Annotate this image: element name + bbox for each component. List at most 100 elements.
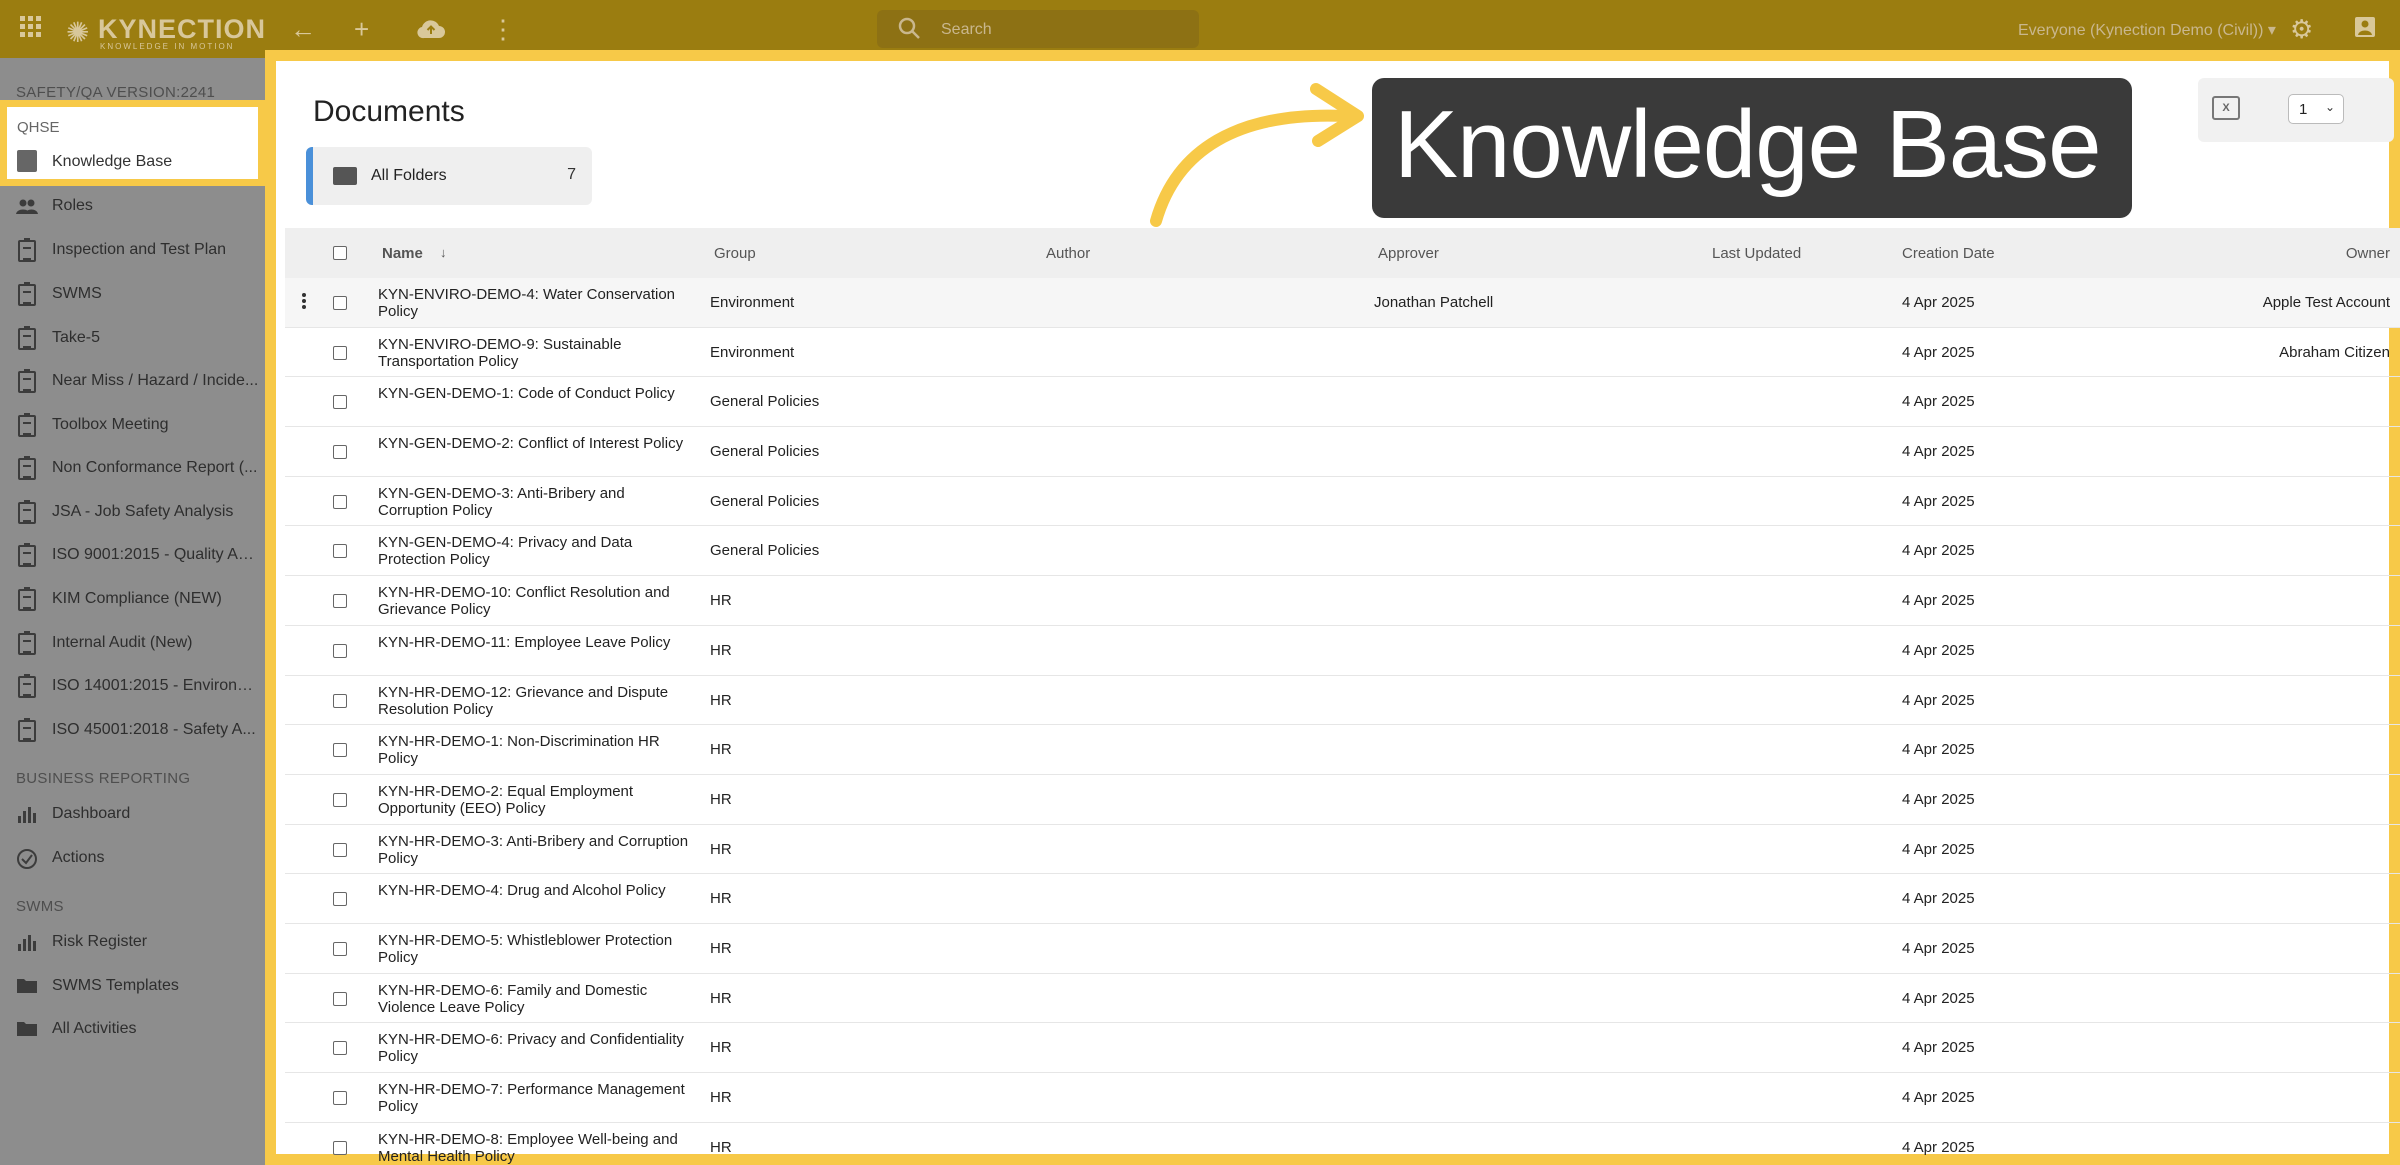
sidebar-item-jsa[interactable]: JSA - Job Safety Analysis xyxy=(0,492,265,532)
search-bar[interactable]: Search xyxy=(877,10,1199,48)
all-folders-button[interactable]: All Folders 7 xyxy=(306,147,592,205)
sidebar-item-kim[interactable]: KIM Compliance (NEW) xyxy=(0,579,265,619)
sort-arrow-icon[interactable]: ↓ xyxy=(440,245,447,260)
table-row[interactable]: KYN-HR-DEMO-8: Employee Well-being and M… xyxy=(285,1123,2400,1165)
sidebar-item-risk-register[interactable]: Risk Register xyxy=(0,922,265,962)
cell-name[interactable]: KYN-HR-DEMO-5: Whistleblower Protection … xyxy=(378,932,696,966)
col-approver[interactable]: Approver xyxy=(1378,245,1439,262)
table-row[interactable]: KYN-HR-DEMO-10: Conflict Resolution and … xyxy=(285,576,2400,626)
row-checkbox[interactable] xyxy=(333,941,347,956)
table-row[interactable]: KYN-HR-DEMO-1: Non-Discrimination HR Pol… xyxy=(285,725,2400,775)
cell-name[interactable]: KYN-ENVIRO-DEMO-9: Sustainable Transport… xyxy=(378,336,696,370)
table-row[interactable]: KYN-HR-DEMO-5: Whistleblower Protection … xyxy=(285,924,2400,974)
cell-name[interactable]: KYN-HR-DEMO-4: Drug and Alcohol Policy xyxy=(378,882,696,899)
sidebar-item-itp[interactable]: Inspection and Test Plan xyxy=(0,230,265,270)
table-row[interactable]: KYN-HR-DEMO-2: Equal Employment Opportun… xyxy=(285,775,2400,825)
row-checkbox[interactable] xyxy=(333,991,347,1006)
col-creation-date[interactable]: Creation Date xyxy=(1902,245,1995,262)
cell-group: HR xyxy=(710,592,732,610)
cell-name[interactable]: KYN-HR-DEMO-10: Conflict Resolution and … xyxy=(378,584,696,618)
table-row[interactable]: KYN-HR-DEMO-4: Drug and Alcohol Policy HR… xyxy=(285,874,2400,924)
table-row[interactable]: KYN-GEN-DEMO-3: Anti-Bribery and Corrupt… xyxy=(285,477,2400,527)
row-checkbox[interactable] xyxy=(333,544,347,559)
cell-name[interactable]: KYN-HR-DEMO-11: Employee Leave Policy xyxy=(378,634,696,651)
table-row[interactable]: KYN-HR-DEMO-7: Performance Management Po… xyxy=(285,1073,2400,1123)
row-checkbox[interactable] xyxy=(333,395,347,410)
row-checkbox[interactable] xyxy=(333,792,347,807)
row-checkbox[interactable] xyxy=(333,345,347,360)
cell-name[interactable]: KYN-HR-DEMO-6: Privacy and Confidentiali… xyxy=(378,1031,696,1065)
add-icon[interactable]: + xyxy=(354,14,369,44)
sidebar-item-iso9001[interactable]: ISO 9001:2015 - Quality Audit xyxy=(0,535,265,575)
back-arrow-icon[interactable]: ← xyxy=(290,14,316,44)
sidebar-item-swms-templates[interactable]: SWMS Templates xyxy=(0,966,265,1006)
row-checkbox[interactable] xyxy=(333,693,347,708)
check-circle-icon xyxy=(16,848,38,870)
cell-name[interactable]: KYN-HR-DEMO-6: Family and Domestic Viole… xyxy=(378,982,696,1016)
sidebar-item-iso45001[interactable]: ISO 45001:2018 - Safety A... xyxy=(0,710,265,750)
row-checkbox[interactable] xyxy=(333,892,347,907)
cell-creation-date: 4 Apr 2025 xyxy=(1902,343,1975,361)
table-row[interactable]: KYN-HR-DEMO-12: Grievance and Dispute Re… xyxy=(285,676,2400,726)
apps-grid-icon[interactable] xyxy=(18,14,44,46)
row-checkbox[interactable] xyxy=(333,1041,347,1056)
sidebar-item-near-miss[interactable]: Near Miss / Hazard / Incide... xyxy=(0,361,265,401)
col-author[interactable]: Author xyxy=(1046,245,1090,262)
more-vertical-icon[interactable]: ⋮ xyxy=(490,14,516,44)
col-group[interactable]: Group xyxy=(714,245,756,262)
row-checkbox[interactable] xyxy=(333,594,347,609)
table-row[interactable]: KYN-HR-DEMO-3: Anti-Bribery and Corrupti… xyxy=(285,825,2400,875)
sidebar-item-toolbox[interactable]: Toolbox Meeting xyxy=(0,405,265,445)
col-name[interactable]: Name xyxy=(382,245,423,262)
cell-name[interactable]: KYN-GEN-DEMO-2: Conflict of Interest Pol… xyxy=(378,435,696,452)
chart-icon xyxy=(16,804,38,826)
select-all-checkbox[interactable] xyxy=(333,246,347,260)
cell-name[interactable]: KYN-GEN-DEMO-1: Code of Conduct Policy xyxy=(378,385,696,402)
sidebar-item-roles[interactable]: Roles xyxy=(0,186,265,226)
page-select[interactable]: 1 ⌄ xyxy=(2288,94,2344,124)
excel-export-icon[interactable]: X xyxy=(2212,96,2240,120)
table-row[interactable]: KYN-HR-DEMO-6: Privacy and Confidentiali… xyxy=(285,1023,2400,1073)
row-checkbox[interactable] xyxy=(333,842,347,857)
table-row[interactable]: KYN-ENVIRO-DEMO-9: Sustainable Transport… xyxy=(285,328,2400,378)
cell-name[interactable]: KYN-HR-DEMO-1: Non-Discrimination HR Pol… xyxy=(378,733,696,767)
col-owner[interactable]: Owner xyxy=(2346,245,2390,262)
cell-name[interactable]: KYN-ENVIRO-DEMO-4: Water Conservation Po… xyxy=(378,286,696,320)
sidebar-item-iso14001[interactable]: ISO 14001:2015 - Environm... xyxy=(0,666,265,706)
row-checkbox[interactable] xyxy=(333,743,347,758)
cell-name[interactable]: KYN-HR-DEMO-7: Performance Management Po… xyxy=(378,1081,696,1115)
table-row[interactable]: KYN-ENVIRO-DEMO-4: Water Conservation Po… xyxy=(285,278,2400,328)
row-checkbox[interactable] xyxy=(333,1140,347,1155)
row-menu-icon[interactable] xyxy=(299,292,309,312)
cell-name[interactable]: KYN-HR-DEMO-8: Employee Well-being and M… xyxy=(378,1131,696,1165)
table-row[interactable]: KYN-GEN-DEMO-2: Conflict of Interest Pol… xyxy=(285,427,2400,477)
account-icon[interactable] xyxy=(2354,14,2376,44)
sidebar-item-ncr[interactable]: Non Conformance Report (... xyxy=(0,448,265,488)
sidebar-item-take5[interactable]: Take-5 xyxy=(0,318,265,358)
col-last-updated[interactable]: Last Updated xyxy=(1712,245,1801,262)
table-row[interactable]: KYN-GEN-DEMO-4: Privacy and Data Protect… xyxy=(285,526,2400,577)
cell-name[interactable]: KYN-HR-DEMO-12: Grievance and Dispute Re… xyxy=(378,684,696,718)
row-checkbox[interactable] xyxy=(333,494,347,509)
table-row[interactable]: KYN-HR-DEMO-6: Family and Domestic Viole… xyxy=(285,974,2400,1024)
cell-name[interactable]: KYN-HR-DEMO-3: Anti-Bribery and Corrupti… xyxy=(378,833,696,867)
row-checkbox[interactable] xyxy=(333,1091,347,1105)
settings-gear-icon[interactable]: ⚙ xyxy=(2290,14,2313,44)
row-checkbox[interactable] xyxy=(333,445,347,460)
cell-name[interactable]: KYN-GEN-DEMO-4: Privacy and Data Protect… xyxy=(378,534,696,568)
table-row[interactable]: KYN-GEN-DEMO-1: Code of Conduct Policy Ge… xyxy=(285,377,2400,428)
table-row[interactable]: KYN-HR-DEMO-11: Employee Leave Policy HR 4… xyxy=(285,626,2400,676)
cell-name[interactable]: KYN-HR-DEMO-2: Equal Employment Opportun… xyxy=(378,783,696,817)
sidebar-item-all-activities[interactable]: All Activities xyxy=(0,1009,265,1049)
cell-name[interactable]: KYN-GEN-DEMO-3: Anti-Bribery and Corrupt… xyxy=(378,485,696,519)
user-context-dropdown[interactable]: Everyone (Kynection Demo (Civil)) ▾ xyxy=(2018,20,2276,40)
sidebar-item-internal-audit[interactable]: Internal Audit (New) xyxy=(0,623,265,663)
row-checkbox[interactable] xyxy=(333,643,347,658)
sidebar-item-actions[interactable]: Actions xyxy=(0,838,265,878)
row-checkbox[interactable] xyxy=(333,296,347,310)
cloud-upload-icon[interactable] xyxy=(416,16,446,46)
brand-logo[interactable]: ✺ KYNECTION KNOWLEDGE IN MOTION xyxy=(66,10,265,51)
sidebar-item-swms[interactable]: SWMS xyxy=(0,274,265,314)
sidebar-item-dashboard[interactable]: Dashboard xyxy=(0,794,265,834)
sidebar-item-knowledge-base[interactable]: Knowledge Base xyxy=(52,153,172,171)
